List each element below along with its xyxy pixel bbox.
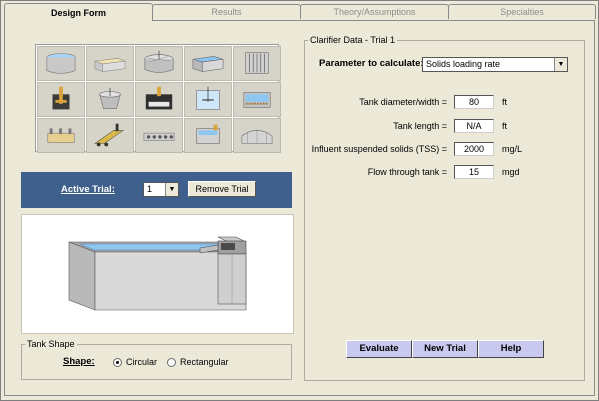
chevron-down-icon[interactable]: ▼	[165, 183, 178, 196]
clarifier-data-title: Clarifier Data - Trial 1	[308, 35, 398, 45]
tank-diameter-label: Tank diameter/width =	[359, 97, 447, 107]
radio-circular-label[interactable]: Circular	[126, 357, 157, 367]
radio-rectangular-label[interactable]: Rectangular	[180, 357, 229, 367]
evaluate-button[interactable]: Evaluate	[346, 340, 412, 358]
clarifier-data-group	[304, 40, 585, 381]
shape-label: Shape:	[63, 356, 95, 367]
help-button[interactable]: Help	[478, 340, 544, 358]
tank-preview	[21, 214, 294, 334]
flow-unit: mgd	[502, 167, 520, 177]
tab-specialties[interactable]: Specialties	[448, 4, 596, 19]
parameter-label: Parameter to calculate:	[319, 58, 424, 69]
influent-tss-label: Influent suspended solids (TSS) =	[311, 144, 447, 154]
dome-clarifier-icon[interactable]	[135, 46, 183, 81]
tab-theory-assumptions[interactable]: Theory/Assumptions	[300, 4, 449, 19]
radio-rectangular[interactable]	[167, 358, 176, 367]
covered-tank-icon[interactable]	[233, 118, 281, 153]
rectangular-basin-icon[interactable]	[86, 46, 134, 81]
tank-length-input[interactable]: N/A	[454, 119, 494, 133]
tank-shape-title: Tank Shape	[25, 339, 77, 349]
tab-results[interactable]: Results	[152, 4, 301, 19]
mixer-tank-icon[interactable]	[37, 82, 85, 117]
diffuser-grid-icon[interactable]	[135, 118, 183, 153]
influent-tss-unit: mg/L	[502, 144, 523, 154]
new-trial-button[interactable]: New Trial	[412, 340, 478, 358]
flow-label: Flow through tank =	[367, 167, 447, 177]
radio-circular[interactable]	[113, 358, 122, 367]
active-trial-label: Active Trial:	[61, 184, 115, 195]
process-icon-grid	[35, 44, 281, 153]
chevron-down-icon[interactable]: ▼	[554, 58, 567, 71]
parameter-value: Solids loading rate	[426, 59, 501, 69]
parameter-select[interactable]: Solids loading rate ▼	[422, 57, 568, 72]
rectangular-tank-illustration	[68, 236, 247, 311]
filter-bed-icon[interactable]	[233, 82, 281, 117]
tab-design-form[interactable]: Design Form	[4, 3, 153, 21]
circular-clarifier-icon[interactable]	[37, 46, 85, 81]
rectangular-tank-icon[interactable]	[184, 46, 232, 81]
remove-trial-button[interactable]: Remove Trial	[188, 181, 256, 197]
plate-settler-icon[interactable]	[233, 46, 281, 81]
active-trial-select[interactable]: 1 ▼	[143, 182, 179, 197]
tank-length-unit: ft	[502, 121, 508, 131]
active-trial-value: 1	[147, 184, 153, 194]
conveyor-icon[interactable]	[86, 118, 134, 153]
flow-input[interactable]: 15	[454, 165, 494, 179]
aeration-tank-icon[interactable]	[135, 82, 183, 117]
influent-tss-input[interactable]: 2000	[454, 142, 494, 156]
channel-basin-icon[interactable]	[37, 118, 85, 153]
tank-diameter-unit: ft	[502, 97, 508, 107]
app-window: Design Form Results Theory/Assumptions S…	[0, 0, 599, 401]
sludge-blanket-icon[interactable]	[86, 82, 134, 117]
active-trial-bar: Active Trial: 1 ▼ Remove Trial	[21, 172, 292, 208]
tank-diameter-input[interactable]: 80	[454, 95, 494, 109]
sedimentation-tank-icon[interactable]	[184, 118, 232, 153]
tank-length-label: Tank length =	[393, 121, 447, 131]
flocculator-icon[interactable]	[184, 82, 232, 117]
